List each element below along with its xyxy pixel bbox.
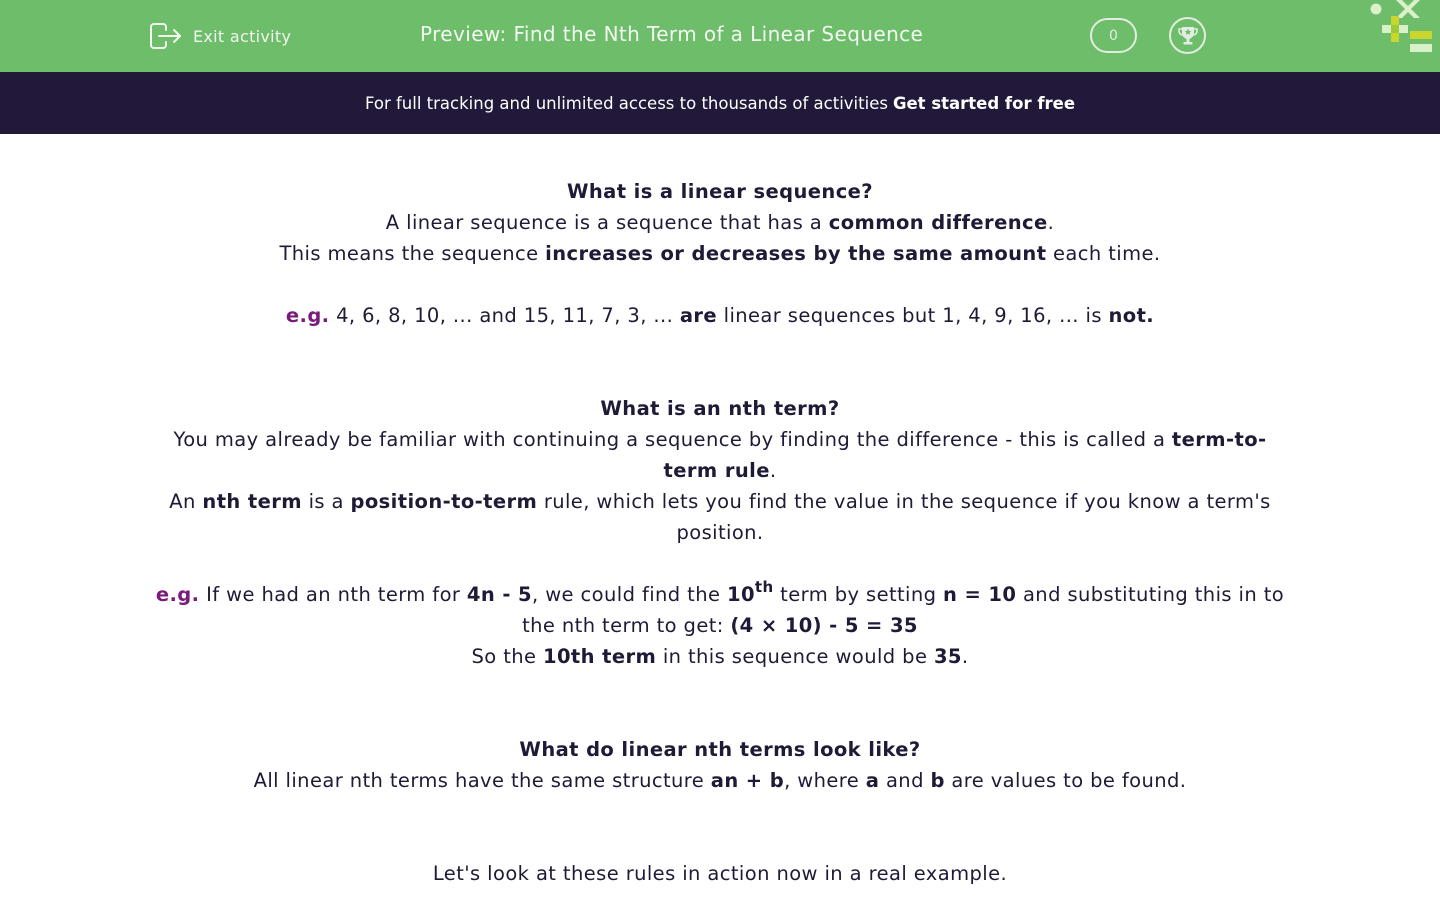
text: in this sequence would be (656, 645, 934, 668)
bold-text: 10 (726, 583, 755, 606)
score-badge: 0 (1090, 18, 1137, 53)
exit-activity-label: Exit activity (193, 26, 292, 46)
trophy-icon (1177, 26, 1198, 44)
paragraph: An nth term is a position-to-term rule, … (150, 486, 1290, 548)
text: If we had an nth term for (199, 583, 467, 606)
bold-text: n = 10 (943, 583, 1017, 606)
text: and (879, 769, 931, 792)
text: , where (784, 769, 866, 792)
bold-text: 4n - 5 (466, 583, 533, 606)
bold-text: increases or decreases by the same amoun… (545, 242, 1047, 265)
signup-banner: For full tracking and unlimited access t… (0, 72, 1440, 134)
text: This means the sequence (279, 242, 546, 265)
bold-text: 35 (933, 645, 962, 668)
exit-icon (150, 23, 181, 49)
eg-label: e.g. (285, 304, 330, 327)
paragraph: So the 10th term in this sequence would … (150, 641, 1290, 672)
exit-activity-button[interactable]: Exit activity (149, 20, 291, 52)
eg-label: e.g. (155, 583, 200, 606)
paragraph: All linear nth terms have the same struc… (150, 765, 1290, 796)
bold-text: an + b (710, 769, 785, 792)
bold-text: (4 × 10) - 5 = 35 (730, 614, 918, 637)
text: An (169, 490, 203, 513)
text: . (1047, 211, 1055, 234)
bold-text: not. (1108, 304, 1155, 327)
banner-text: For full tracking and unlimited access t… (364, 93, 888, 113)
lesson-content: What is a linear sequence? A linear sequ… (150, 176, 1290, 889)
get-started-link[interactable]: Get started for free (893, 94, 1075, 113)
text: , we could find the (532, 583, 727, 606)
text: All linear nth terms have the same struc… (253, 769, 711, 792)
example-paragraph: e.g. If we had an nth term for 4n - 5, w… (150, 579, 1290, 641)
paragraph: This means the sequence increases or dec… (150, 238, 1290, 269)
bold-text: common difference (828, 211, 1048, 234)
trophy-button[interactable] (1169, 17, 1206, 54)
brand-logo-icon (1370, 0, 1432, 52)
text: A linear sequence is a sequence that has… (385, 211, 829, 234)
section-heading: What is an nth term? (600, 397, 840, 420)
text: So the (471, 645, 543, 668)
bold-text: b (930, 769, 945, 792)
section-heading: What do linear nth terms look like? (519, 738, 921, 761)
text: term by setting (773, 583, 944, 606)
bold-text: nth term (202, 490, 302, 513)
paragraph: A linear sequence is a sequence that has… (150, 207, 1290, 238)
text: each time. (1046, 242, 1161, 265)
superscript: th (754, 578, 774, 596)
text: . (769, 459, 777, 482)
top-bar: Exit activity Preview: Find the Nth Term… (0, 0, 1440, 72)
text: . (961, 645, 969, 668)
bold-text: 10th term (543, 645, 657, 668)
text: You may already be familiar with continu… (173, 428, 1172, 451)
bold-text: a (865, 769, 880, 792)
section-heading: What is a linear sequence? (566, 180, 873, 203)
bold-text: are (679, 304, 718, 327)
paragraph: You may already be familiar with continu… (150, 424, 1290, 486)
page-title: Preview: Find the Nth Term of a Linear S… (420, 22, 924, 46)
text: 4, 6, 8, 10, ... and 15, 11, 7, 3, ... (329, 304, 680, 327)
text: linear sequences but 1, 4, 9, 16, ... is (717, 304, 1109, 327)
example-paragraph: e.g. 4, 6, 8, 10, ... and 15, 11, 7, 3, … (150, 300, 1290, 331)
closing-paragraph: Let's look at these rules in action now … (432, 862, 1008, 885)
bold-text: position-to-term (350, 490, 538, 513)
text: rule, which lets you find the value in t… (537, 490, 1271, 544)
text: are values to be found. (944, 769, 1187, 792)
text: is a (301, 490, 351, 513)
